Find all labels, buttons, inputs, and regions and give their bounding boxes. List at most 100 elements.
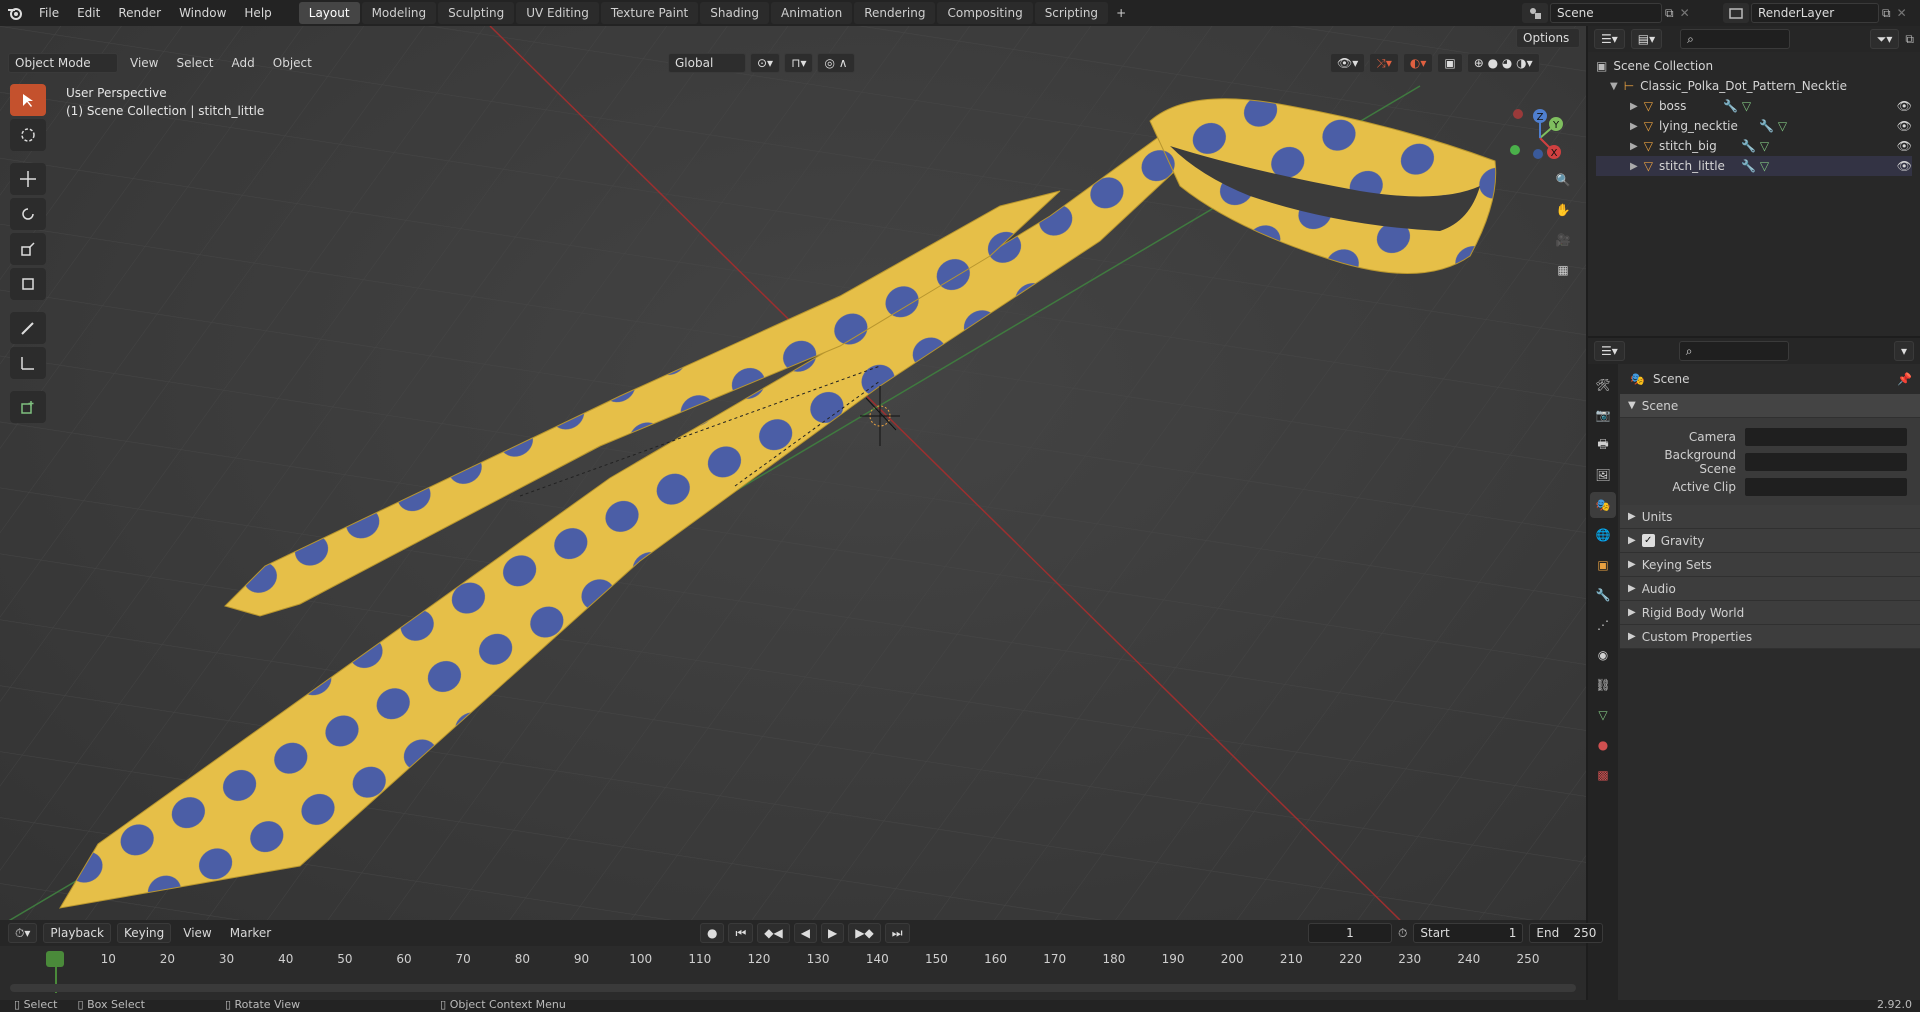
keying-menu[interactable]: Keying (116, 923, 172, 943)
scene-tab-icon[interactable]: 🎭 (1590, 492, 1616, 518)
timeline-ruler[interactable]: 1102030405060708090100110120130140150160… (0, 946, 1586, 1000)
renderlayer-icon[interactable] (1723, 3, 1749, 23)
viewport-menu-view[interactable]: View (124, 53, 164, 73)
next-keyframe-icon[interactable]: ▶◆ (848, 923, 881, 943)
proportional-edit-icon[interactable]: ◎ ∧ (817, 53, 855, 73)
viewport-menu-object[interactable]: Object (267, 53, 318, 73)
tab-modeling[interactable]: Modeling (361, 2, 437, 24)
jump-start-icon[interactable]: ⏮ (728, 923, 754, 943)
texture-tab-icon[interactable]: ▩ (1590, 762, 1616, 788)
overlays-icon[interactable]: ◐▾ (1402, 53, 1434, 73)
camera-field[interactable] (1744, 426, 1908, 447)
editor-type-icon[interactable]: ☰▾ (1594, 29, 1625, 49)
editor-type-icon[interactable]: ⏱▾ (8, 923, 38, 943)
expand-chevron-icon[interactable]: ▶ (1630, 161, 1638, 172)
renderlayer-copy-icon[interactable]: ⧉ (1882, 6, 1891, 21)
measure-tool-icon[interactable] (10, 347, 46, 379)
units-panel-header[interactable]: ▶ Units (1620, 505, 1920, 529)
add-cube-tool-icon[interactable] (10, 391, 46, 423)
menu-window[interactable]: Window (170, 0, 235, 26)
data-tab-icon[interactable]: ▽ (1590, 702, 1616, 728)
display-mode-icon[interactable]: ▤▾ (1630, 29, 1663, 49)
rotate-tool-icon[interactable] (10, 198, 46, 230)
expand-chevron-icon[interactable]: ▶ (1630, 121, 1638, 132)
visibility-icon[interactable]: 👁▾ (1330, 53, 1366, 73)
scene-close-icon[interactable]: ✕ (1680, 6, 1690, 20)
outliner-search-input[interactable]: ⌕ (1680, 29, 1791, 49)
list-item[interactable]: ▶ ▽ stitch_big 🔧 ▽ 👁 (1596, 136, 1912, 156)
visibility-eye-icon[interactable]: 👁 (1897, 139, 1912, 153)
scene-panel-header[interactable]: ▼ Scene (1620, 394, 1920, 418)
gizmo-toggle-icon[interactable]: ⤨▾ (1369, 53, 1399, 73)
menu-file[interactable]: File (30, 0, 68, 26)
collection-row[interactable]: ▼ ⊢ Classic_Polka_Dot_Pattern_Necktie (1596, 76, 1912, 96)
custom-properties-panel-header[interactable]: ▶ Custom Properties (1620, 625, 1920, 649)
tab-shading[interactable]: Shading (700, 2, 769, 24)
cursor-tool-icon[interactable] (10, 119, 46, 151)
tab-compositing[interactable]: Compositing (937, 2, 1033, 24)
filter-icon[interactable]: ⏷▾ (1869, 29, 1900, 49)
background-scene-field[interactable] (1744, 451, 1908, 472)
tab-scripting[interactable]: Scripting (1034, 2, 1109, 24)
end-frame-field[interactable]: End 250 (1529, 923, 1604, 943)
scene-copy-icon[interactable]: ⧉ (1665, 6, 1674, 21)
play-icon[interactable]: ▶ (821, 923, 845, 943)
audio-panel-header[interactable]: ▶ Audio (1620, 577, 1920, 601)
tool-tab-icon[interactable]: 🛠 (1590, 372, 1616, 398)
prev-keyframe-icon[interactable]: ◆◀ (757, 923, 790, 943)
tab-animation[interactable]: Animation (771, 2, 853, 24)
timeline-menu-view[interactable]: View (177, 923, 217, 943)
zoom-icon[interactable]: 🔍 (1548, 166, 1578, 194)
timeline-scrollbar[interactable] (10, 984, 1576, 992)
keying-sets-panel-header[interactable]: ▶ Keying Sets (1620, 553, 1920, 577)
object-tab-icon[interactable]: ▣ (1590, 552, 1616, 578)
tab-sculpting[interactable]: Sculpting (438, 2, 515, 24)
select-box-tool-icon[interactable] (10, 84, 46, 116)
particles-tab-icon[interactable]: ⋰ (1590, 612, 1616, 638)
3d-viewport[interactable]: Object Mode View Select Add Object Globa… (0, 26, 1586, 920)
properties-search-input[interactable]: ⌕ (1678, 341, 1789, 361)
list-item[interactable]: ▶ ▽ lying_necktie 🔧 ▽ 👁 (1596, 116, 1912, 136)
transform-tool-icon[interactable] (10, 268, 46, 300)
annotate-tool-icon[interactable] (10, 312, 46, 344)
gravity-checkbox[interactable]: ✓ (1641, 534, 1655, 547)
expand-chevron-icon[interactable]: ▶ (1630, 101, 1638, 112)
perspective-grid-icon[interactable]: ▦ (1548, 256, 1578, 284)
xray-icon[interactable]: ▣ (1437, 53, 1463, 73)
material-tab-icon[interactable]: ● (1590, 732, 1616, 758)
timer-icon[interactable]: ⏱ (1398, 926, 1407, 941)
pivot-point-icon[interactable]: ⊙▾ (750, 53, 781, 73)
scale-tool-icon[interactable] (10, 233, 46, 265)
renderlayer-name-field[interactable]: RenderLayer (1751, 3, 1879, 23)
visibility-eye-icon[interactable]: 👁 (1897, 99, 1912, 113)
jump-end-icon[interactable]: ⏭ (884, 923, 910, 943)
tab-texture-paint[interactable]: Texture Paint (600, 2, 699, 24)
scene-name-field[interactable]: Scene (1550, 3, 1662, 23)
menu-render[interactable]: Render (109, 0, 170, 26)
editor-type-icon[interactable]: ☰▾ (1594, 341, 1625, 361)
playback-menu[interactable]: Playback (43, 923, 111, 943)
view-layer-tab-icon[interactable]: 🖼 (1590, 462, 1616, 488)
current-frame-field[interactable]: 1 (1308, 923, 1392, 943)
output-tab-icon[interactable]: 🖶 (1590, 432, 1616, 458)
modifier-tab-icon[interactable]: 🔧 (1590, 582, 1616, 608)
list-item[interactable]: ▶ ▽ boss 🔧 ▽ 👁 (1596, 96, 1912, 116)
viewport-menu-add[interactable]: Add (226, 53, 261, 73)
tab-layout[interactable]: Layout (298, 2, 360, 24)
tab-rendering[interactable]: Rendering (854, 2, 936, 24)
blender-logo-icon[interactable] (0, 0, 30, 26)
options-dropdown[interactable]: Options (1516, 28, 1580, 48)
snap-icon[interactable]: ⊓▾ (784, 53, 814, 73)
active-clip-field[interactable] (1744, 476, 1908, 497)
start-frame-field[interactable]: Start 1 (1413, 923, 1524, 943)
shading-modes-icon[interactable]: ⊕ ● ◕ ◑▾ (1466, 53, 1540, 73)
expand-chevron-icon[interactable]: ▼ (1610, 81, 1618, 92)
visibility-eye-icon[interactable]: 👁 (1897, 119, 1912, 133)
visibility-eye-icon[interactable]: 👁 (1897, 159, 1912, 173)
gravity-panel-header[interactable]: ▶ ✓ Gravity (1620, 529, 1920, 553)
pan-hand-icon[interactable]: ✋ (1548, 196, 1578, 224)
scene-icon[interactable] (1522, 3, 1548, 23)
viewport-menu-select[interactable]: Select (170, 53, 219, 73)
move-tool-icon[interactable] (10, 163, 46, 195)
pin-icon[interactable]: 📌 (1897, 372, 1912, 386)
